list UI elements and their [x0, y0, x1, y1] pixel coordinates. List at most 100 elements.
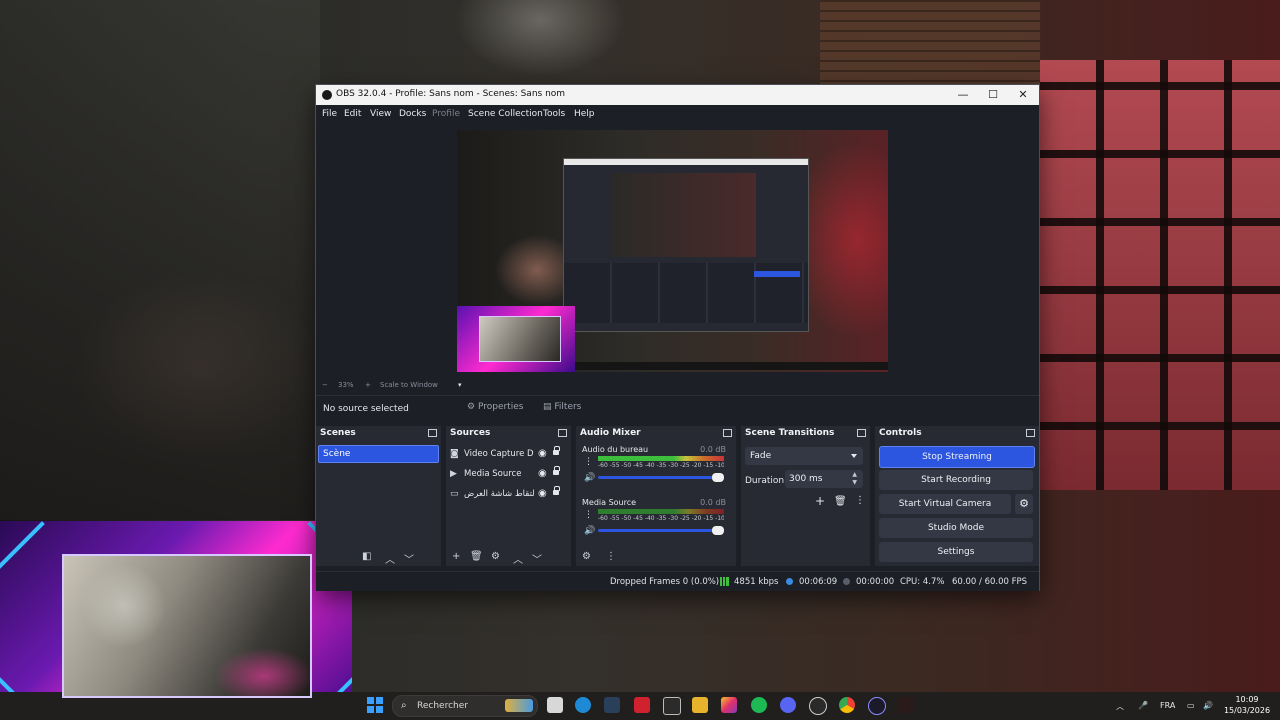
menu-profile[interactable]: Profile — [432, 109, 460, 119]
studio-mode-button[interactable]: Studio Mode — [879, 518, 1033, 538]
maximize-button[interactable]: ☐ — [979, 87, 1007, 103]
stop-streaming-button[interactable]: Stop Streaming — [879, 446, 1035, 468]
instagram-icon[interactable] — [721, 697, 737, 713]
float-dock-icon[interactable] — [558, 429, 567, 437]
close-button[interactable]: ✕ — [1009, 87, 1037, 103]
sources-dock: Sources ◙ Video Capture Device ◉ ▶ Media… — [446, 426, 571, 566]
menu-file[interactable]: File — [322, 109, 337, 119]
windows-start-icon[interactable] — [367, 697, 383, 713]
start-recording-button[interactable]: Start Recording — [879, 470, 1033, 490]
source-name: التقاط شاشة العرض — [464, 489, 534, 499]
menu-tools[interactable]: Tools — [543, 109, 565, 119]
move-down-icon[interactable]: ﹀ — [532, 551, 542, 566]
mixer-menu-icon[interactable]: ⋮ — [606, 551, 616, 562]
remove-transition-icon[interactable]: 🗑 — [834, 496, 847, 507]
lock-icon[interactable] — [553, 486, 560, 495]
spotify-icon[interactable] — [751, 697, 767, 713]
volume-icon[interactable]: 🔊 — [1203, 701, 1213, 710]
edge-icon[interactable] — [575, 697, 591, 713]
visibility-eye-icon[interactable]: ◉ — [538, 468, 547, 479]
scenes-dock-header: Scenes — [316, 426, 441, 440]
obs-taskbar-icon[interactable] — [809, 697, 827, 715]
lock-icon[interactable] — [553, 446, 560, 455]
audio-mixer-dock: Audio Mixer Audio du bureau 0.0 dB ⋮ -60… — [576, 426, 736, 566]
volume-slider[interactable] — [598, 526, 724, 535]
language-indicator[interactable]: FRA — [1160, 701, 1175, 710]
network-icon[interactable]: ▭ — [1187, 701, 1195, 710]
move-up-icon[interactable]: ︿ — [513, 551, 523, 566]
app-icon[interactable] — [868, 697, 886, 715]
remove-source-icon[interactable]: 🗑 — [470, 551, 483, 562]
menu-docks[interactable]: Docks — [399, 109, 426, 119]
channel-menu-icon[interactable]: ⋮ — [584, 510, 593, 520]
volume-slider[interactable] — [598, 473, 724, 482]
scene-filters-icon[interactable]: ◧ — [362, 551, 371, 562]
mixer-channel: Media Source 0.0 dB ⋮ -60 -55 -50 -45 -4… — [580, 498, 728, 544]
float-dock-icon[interactable] — [1026, 429, 1035, 437]
scale-to-window-button[interactable]: Scale to Window — [380, 381, 438, 389]
file-explorer-icon[interactable] — [692, 697, 708, 713]
microphone-icon[interactable]: 🎤 — [1138, 701, 1148, 710]
game-icon[interactable] — [897, 697, 913, 713]
speaker-icon[interactable]: 🔊 — [584, 473, 595, 483]
chrome-icon[interactable] — [839, 697, 855, 713]
source-item[interactable]: ◙ Video Capture Device ◉ — [450, 446, 562, 462]
start-virtual-camera-button[interactable]: Start Virtual Camera — [879, 494, 1011, 514]
visibility-eye-icon[interactable]: ◉ — [538, 488, 547, 499]
webcam-feed — [62, 554, 312, 698]
search-icon: ⌕ — [401, 700, 407, 711]
speaker-icon[interactable]: 🔊 — [584, 526, 595, 536]
source-item[interactable]: ▭ التقاط شاشة العرض ◉ — [450, 486, 562, 502]
taskbar-clock[interactable]: 10:09 15/03/2026 — [1221, 694, 1273, 716]
task-view-icon[interactable] — [547, 697, 563, 713]
title-bar[interactable]: OBS 32.0.4 - Profile: Sans nom - Scenes:… — [316, 85, 1039, 105]
transitions-title: Scene Transitions — [745, 428, 835, 438]
channel-menu-icon[interactable]: ⋮ — [584, 457, 593, 467]
studio-mode-label: Studio Mode — [927, 523, 985, 533]
move-down-icon[interactable]: ﹀ — [404, 551, 414, 566]
obs-logo-icon — [322, 90, 332, 100]
zoom-dropdown-icon[interactable]: ▾ — [458, 381, 462, 389]
recording-indicator-icon — [843, 578, 850, 585]
properties-button[interactable]: ⚙ Properties — [467, 402, 523, 416]
scene-item[interactable]: Scène — [318, 445, 439, 463]
add-transition-icon[interactable]: + — [815, 494, 825, 508]
acrobat-icon[interactable] — [634, 697, 650, 713]
stepper-up-icon[interactable]: ▲ — [852, 471, 857, 478]
zoom-in-button[interactable]: + — [365, 381, 371, 389]
program-preview[interactable] — [457, 130, 888, 372]
steam-icon[interactable] — [604, 697, 620, 713]
discord-icon[interactable] — [780, 697, 796, 713]
advanced-audio-icon[interactable]: ⚙ — [582, 551, 591, 562]
menu-scene-collection[interactable]: Scene Collection — [468, 109, 543, 119]
source-name: Video Capture Device — [464, 449, 534, 459]
bitrate-signal-icon — [720, 577, 729, 586]
background-window — [1040, 60, 1280, 490]
source-item[interactable]: ▶ Media Source ◉ — [450, 466, 562, 482]
duration-input[interactable]: 300 ms ▲ ▼ — [785, 470, 863, 488]
float-dock-icon[interactable] — [428, 429, 437, 437]
filters-button[interactable]: ▤ Filters — [543, 402, 581, 416]
taskbar-search[interactable]: ⌕ Rechercher — [392, 695, 538, 717]
virtual-camera-settings-icon[interactable]: ⚙ — [1015, 494, 1033, 514]
minimize-button[interactable]: — — [949, 87, 977, 103]
transition-menu-icon[interactable]: ⋮ — [855, 495, 865, 506]
stepper-down-icon[interactable]: ▼ — [852, 479, 857, 486]
menu-view[interactable]: View — [370, 109, 391, 119]
sources-dock-header: Sources — [446, 426, 571, 440]
chevron-up-icon[interactable]: ︿ — [1116, 701, 1124, 712]
audio-mixer-footer: ⚙ ⋮ — [576, 548, 736, 566]
move-up-icon[interactable]: ︿ — [385, 551, 395, 566]
float-dock-icon[interactable] — [857, 429, 866, 437]
add-source-icon[interactable]: + — [452, 551, 460, 562]
visibility-eye-icon[interactable]: ◉ — [538, 448, 547, 459]
lock-icon[interactable] — [553, 466, 560, 475]
float-dock-icon[interactable] — [723, 429, 732, 437]
transition-select[interactable]: Fade — [745, 447, 863, 465]
menu-edit[interactable]: Edit — [344, 109, 361, 119]
menu-help[interactable]: Help — [574, 109, 595, 119]
epic-games-icon[interactable] — [663, 697, 681, 715]
zoom-out-button[interactable]: − — [322, 381, 328, 389]
settings-button[interactable]: Settings — [879, 542, 1033, 562]
source-settings-icon[interactable]: ⚙ — [491, 551, 500, 562]
